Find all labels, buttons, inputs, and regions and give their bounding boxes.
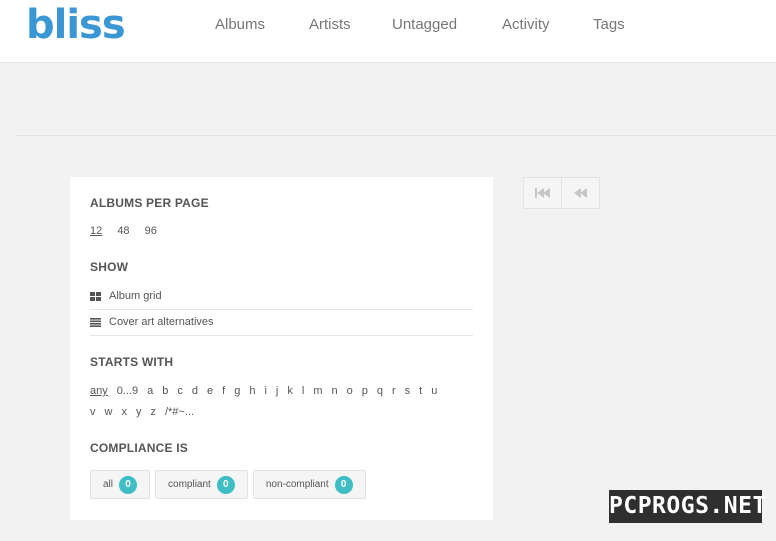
- first-page-button[interactable]: [523, 177, 562, 209]
- show-album-grid[interactable]: Album grid: [90, 283, 473, 309]
- starts-with-option[interactable]: e: [207, 385, 213, 397]
- nav-activity[interactable]: Activity: [502, 16, 550, 34]
- compliance-non-compliant-count: 0: [334, 475, 353, 494]
- per-page-option-48[interactable]: 48: [117, 225, 129, 237]
- starts-with-option[interactable]: 0...9: [117, 385, 138, 397]
- starts-with-option[interactable]: w: [105, 406, 113, 418]
- starts-with-option[interactable]: i: [264, 385, 266, 397]
- starts-with-option[interactable]: l: [302, 385, 304, 397]
- starts-with-option[interactable]: x: [121, 406, 127, 418]
- nav-albums[interactable]: Albums: [215, 16, 265, 34]
- starts-with-option[interactable]: z: [150, 406, 156, 418]
- starts-with-option[interactable]: a: [147, 385, 153, 397]
- compliance-all-button[interactable]: all 0: [90, 470, 151, 499]
- starts-with-option[interactable]: o: [347, 385, 353, 397]
- starts-with-option[interactable]: m: [313, 385, 322, 397]
- albums-per-page-options: 12 48 96: [90, 225, 169, 237]
- nav-artists[interactable]: Artists: [309, 16, 351, 34]
- watermark: PCPROGS.NET: [609, 490, 766, 523]
- grid-icon: [90, 291, 101, 301]
- top-bar: bliss Albums Artists Untagged Activity T…: [0, 0, 776, 63]
- starts-with-option[interactable]: s: [405, 385, 411, 397]
- albums-per-page-title: ALBUMS PER PAGE: [90, 196, 209, 210]
- starts-with-option[interactable]: q: [377, 385, 383, 397]
- nav-untagged[interactable]: Untagged: [392, 16, 457, 34]
- per-page-option-12[interactable]: 12: [90, 225, 102, 237]
- show-cover-art-label: Cover art alternatives: [109, 316, 214, 328]
- starts-with-row-1: any 0...9 a b c d e f g h i j k l m n o p q r s t u: [90, 385, 446, 397]
- compliance-filter: all 0 compliant 0 non-compliant 0: [90, 470, 366, 499]
- per-page-option-96[interactable]: 96: [145, 225, 157, 237]
- show-album-grid-label: Album grid: [109, 290, 162, 302]
- starts-with-option[interactable]: d: [192, 385, 198, 397]
- compliance-non-compliant-label: non-compliant: [265, 479, 329, 490]
- compliance-compliant-button[interactable]: compliant 0: [155, 470, 248, 499]
- compliance-compliant-label: compliant: [168, 479, 211, 490]
- starts-with-option[interactable]: f: [222, 385, 225, 397]
- pagination: [523, 177, 600, 209]
- starts-with-option[interactable]: k: [287, 385, 293, 397]
- first-page-icon: [534, 188, 550, 198]
- starts-with-option[interactable]: h: [249, 385, 255, 397]
- compliance-all-count: 0: [119, 475, 138, 494]
- app-logo[interactable]: bliss: [26, 2, 126, 48]
- starts-with-row-2: v w x y z /*#~...: [90, 406, 203, 418]
- starts-with-option[interactable]: p: [362, 385, 368, 397]
- starts-with-option[interactable]: j: [276, 385, 278, 397]
- starts-with-option[interactable]: u: [431, 385, 437, 397]
- starts-with-option[interactable]: /*#~...: [165, 406, 194, 418]
- list-icon: [90, 317, 101, 327]
- show-title: SHOW: [90, 260, 129, 274]
- show-cover-art-alternatives[interactable]: Cover art alternatives: [90, 309, 473, 335]
- starts-with-title: STARTS WITH: [90, 355, 174, 369]
- nav-tags[interactable]: Tags: [593, 16, 625, 34]
- compliance-title: COMPLIANCE IS: [90, 441, 188, 455]
- previous-page-icon: [573, 188, 587, 198]
- header-divider: [16, 135, 776, 136]
- starts-with-option[interactable]: v: [90, 406, 96, 418]
- compliance-all-label: all: [103, 479, 114, 490]
- starts-with-option[interactable]: t: [419, 385, 422, 397]
- starts-with-option[interactable]: r: [392, 385, 396, 397]
- compliance-compliant-count: 0: [216, 475, 235, 494]
- filter-panel: ALBUMS PER PAGE 12 48 96 SHOW Album grid…: [70, 177, 493, 520]
- starts-with-option[interactable]: b: [162, 385, 168, 397]
- starts-with-option[interactable]: c: [177, 385, 183, 397]
- starts-with-option[interactable]: any: [90, 385, 108, 397]
- starts-with-option[interactable]: g: [234, 385, 240, 397]
- show-divider-bottom: [90, 335, 473, 336]
- previous-page-button[interactable]: [562, 177, 600, 209]
- starts-with-option[interactable]: n: [332, 385, 338, 397]
- compliance-non-compliant-button[interactable]: non-compliant 0: [252, 470, 366, 499]
- starts-with-option[interactable]: y: [136, 406, 142, 418]
